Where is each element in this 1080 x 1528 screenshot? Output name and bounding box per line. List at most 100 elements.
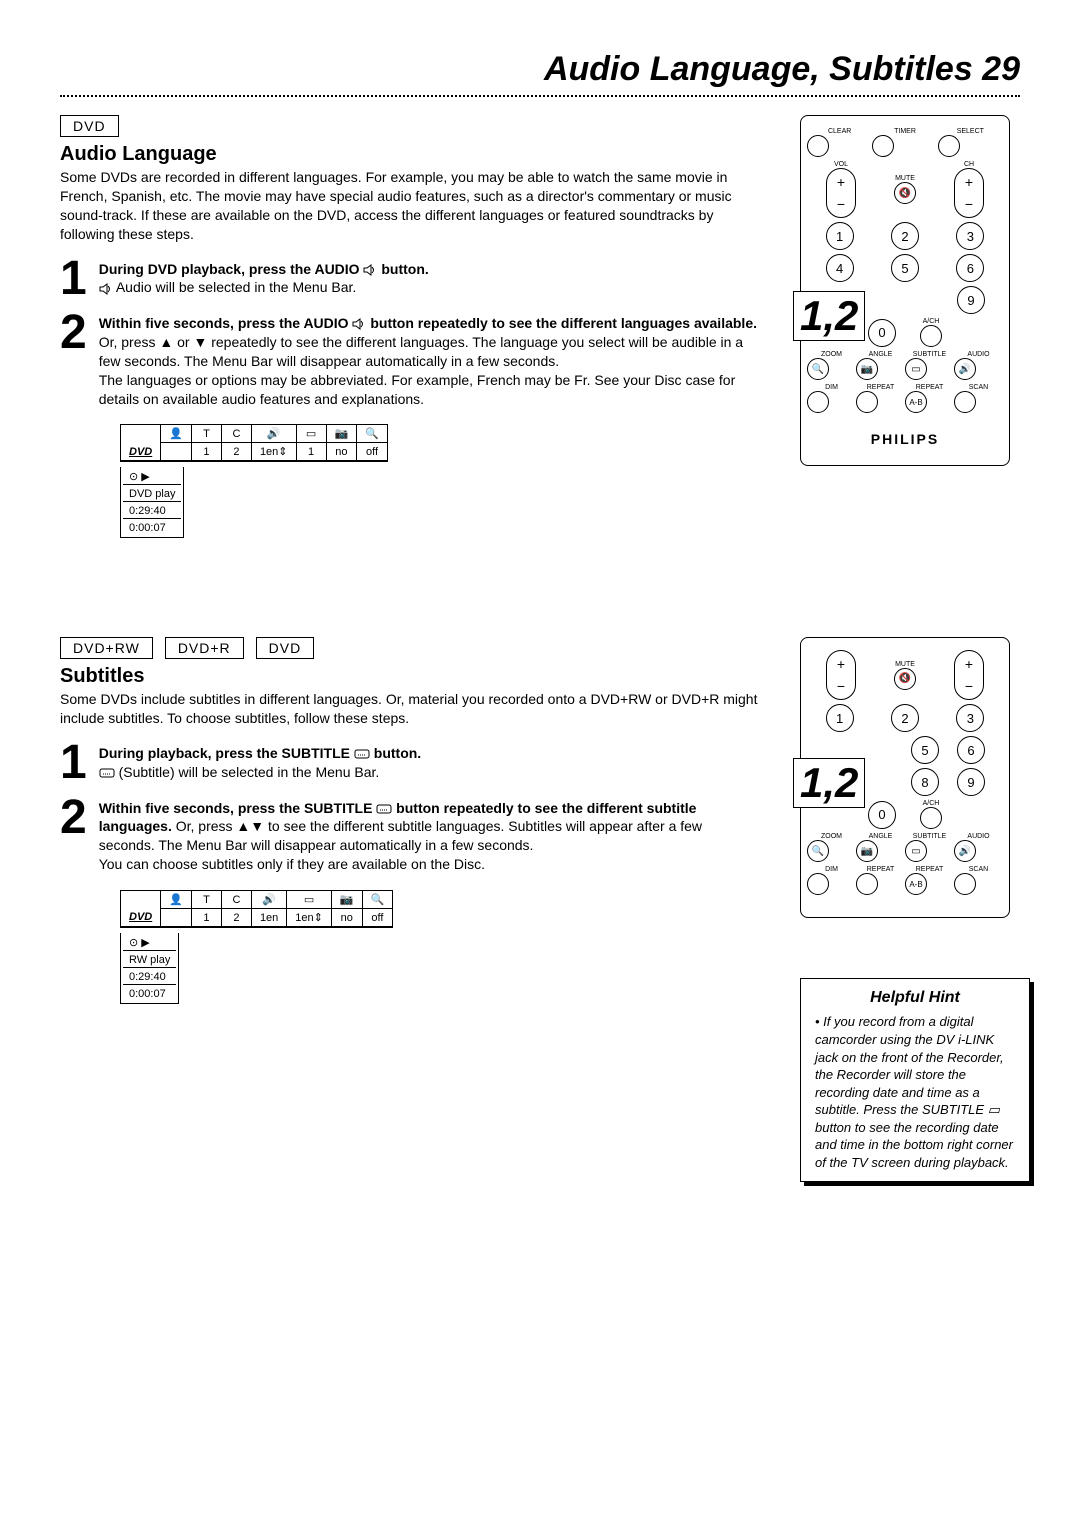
remote-label: DIM <box>807 866 856 873</box>
remote-select-button <box>938 135 960 157</box>
menubar-value: no <box>326 443 357 461</box>
remote-label: AUDIO <box>954 833 1003 840</box>
remote-label: TIMER <box>872 128 937 135</box>
sub-step1-body: (Subtitle) will be selected in the Menu … <box>115 764 380 780</box>
remote-label: MUTE <box>894 661 916 668</box>
subtitles-heading: Subtitles <box>60 665 760 688</box>
menubar-icon: T <box>191 425 221 443</box>
remote-angle-button: 📷 <box>856 358 878 380</box>
remote-label: SCAN <box>954 384 1003 391</box>
step2-bold-a: Within five seconds, press the AUDIO <box>99 315 353 331</box>
menubar-icon: 🔍 <box>357 425 387 443</box>
menubar-value: 2 <box>221 443 251 461</box>
remote-vol-rocker: +− <box>826 650 856 700</box>
step-number-2: 2 <box>60 314 87 352</box>
remote-ach-button <box>920 807 942 829</box>
menubar-icon: 🔊 <box>251 891 286 909</box>
remote-num-3: 3 <box>956 704 984 732</box>
remote-repeat-ab-button: A-B <box>905 391 927 413</box>
subtitle-icon <box>376 804 392 814</box>
remote-callout: 1,2 <box>793 758 865 808</box>
remote-num-1: 1 <box>826 222 854 250</box>
menubar-icon: 🔍 <box>362 891 392 909</box>
remote-num-5: 5 <box>891 254 919 282</box>
sub-step1-bold-b: button. <box>370 745 421 761</box>
speaker-icon <box>99 283 113 295</box>
menubar-icon: 👤 <box>161 425 192 443</box>
remote-scan-button <box>954 391 976 413</box>
remote-repeat-button <box>856 873 878 895</box>
helpful-hint-box: Helpful Hint • If you record from a digi… <box>800 978 1030 1182</box>
remote-label: MUTE <box>894 175 916 182</box>
disc-tag-dvd: DVD <box>256 637 315 659</box>
sub-step2-bold-a: Within five seconds, press the SUBTITLE <box>99 800 377 816</box>
menubar-value: 1en <box>251 909 286 927</box>
remote-label: SELECT <box>938 128 1003 135</box>
remote-brand: PHILIPS <box>807 431 1003 447</box>
divider <box>60 95 1020 97</box>
step1-bold-a: During DVD playback, press the AUDIO <box>99 261 364 277</box>
remote-ch-rocker: +− <box>954 168 984 218</box>
remote-illustration-1: CLEAR TIMER SELECT VOL+− MUTE🔇 CH+− 1 2 … <box>800 115 1010 466</box>
sub-step2-body2: You can choose subtitles only if they ar… <box>99 856 485 872</box>
remote-zoom-button: 🔍 <box>807 840 829 862</box>
remote-clear-button <box>807 135 829 157</box>
remote-dim-button <box>807 873 829 895</box>
remote-label: A/CH <box>920 318 942 325</box>
speaker-icon <box>363 264 377 276</box>
menubar-icon: C <box>221 891 251 909</box>
remote-num-0: 0 <box>868 801 896 829</box>
hint-title: Helpful Hint <box>815 989 1015 1007</box>
remote-label: SCAN <box>954 866 1003 873</box>
menubar-icon: 🔊 <box>251 425 296 443</box>
remote-num-8: 8 <box>911 768 939 796</box>
remote-num-1: 1 <box>826 704 854 732</box>
speaker-icon <box>352 318 366 330</box>
remote-label: REPEAT <box>905 866 954 873</box>
remote-illustration-2: +− MUTE🔇 +− 1 2 3 1,2 5 6 8 9 0 A/CH <box>800 637 1010 918</box>
menubar-audio: 👤 T C 🔊 ▭ 📷 🔍 DVD 1 2 1en⇕ 1 <box>120 424 388 462</box>
subtitle-icon <box>99 768 115 778</box>
subtitles-intro: Some DVDs include subtitles in different… <box>60 690 760 728</box>
step2-body2: The languages or options may be abbrevia… <box>99 372 736 407</box>
remote-label: REPEAT <box>856 866 905 873</box>
status-play-icon: ⊙ ▶ <box>123 935 176 951</box>
remote-vol-rocker: +− <box>826 168 856 218</box>
remote-num-4: 4 <box>826 254 854 282</box>
menubar-icon: 👤 <box>161 891 192 909</box>
menubar-value: 1en⇕ <box>287 909 332 927</box>
menubar-value: 2 <box>221 909 251 927</box>
remote-ch-rocker: +− <box>954 650 984 700</box>
menubar-value: no <box>331 909 362 927</box>
remote-scan-button <box>954 873 976 895</box>
menubar-icon: 📷 <box>331 891 362 909</box>
remote-zoom-button: 🔍 <box>807 358 829 380</box>
remote-repeat-button <box>856 391 878 413</box>
disc-tag-dvd: DVD <box>60 115 119 137</box>
remote-mute-button: 🔇 <box>894 182 916 204</box>
remote-num-0: 0 <box>868 319 896 347</box>
remote-subtitle-button: ▭ <box>905 358 927 380</box>
menubar-value: off <box>362 909 392 927</box>
remote-audio-button: 🔊 <box>954 358 976 380</box>
remote-label: VOL <box>826 161 856 168</box>
remote-label: REPEAT <box>856 384 905 391</box>
remote-num-2: 2 <box>891 704 919 732</box>
menubar-icon: T <box>191 891 221 909</box>
status-line: 0:29:40 <box>123 504 181 519</box>
remote-num-2: 2 <box>891 222 919 250</box>
step-number-1: 1 <box>60 744 87 782</box>
status-line: 0:29:40 <box>123 970 176 985</box>
remote-mute-button: 🔇 <box>894 668 916 690</box>
remote-label: AUDIO <box>954 351 1003 358</box>
menubar-icon: ▭ <box>287 891 332 909</box>
remote-num-3: 3 <box>956 222 984 250</box>
menubar-icon: 📷 <box>326 425 357 443</box>
remote-num-6: 6 <box>956 254 984 282</box>
menubar-value <box>161 443 192 461</box>
remote-subtitle-button: ▭ <box>905 840 927 862</box>
remote-dim-button <box>807 391 829 413</box>
remote-callout: 1,2 <box>793 291 865 341</box>
subtitle-icon <box>354 749 370 759</box>
sub-step1-bold-a: During playback, press the SUBTITLE <box>99 745 354 761</box>
